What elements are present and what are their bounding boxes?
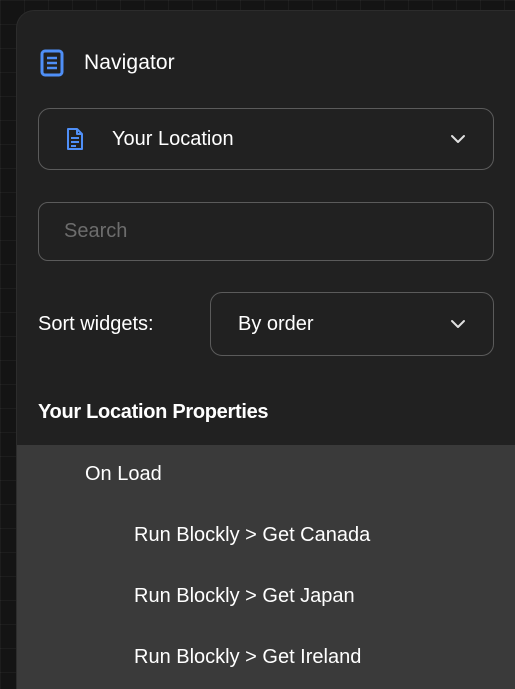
page-select-dropdown[interactable]: Your Location <box>38 108 494 170</box>
chevron-down-icon <box>451 135 465 143</box>
action-item-get-japan[interactable]: Run Blockly > Get Japan <box>134 585 355 608</box>
chevron-down-icon <box>451 320 465 328</box>
navigator-list-icon <box>40 49 64 77</box>
navigator-header: Navigator <box>40 49 175 77</box>
properties-section-title: Your Location Properties <box>38 401 269 423</box>
document-icon <box>66 128 84 150</box>
properties-tree: On Load Run Blockly > Get Canada Run Blo… <box>17 445 515 689</box>
event-on-load[interactable]: On Load <box>85 463 162 486</box>
action-item-get-canada[interactable]: Run Blockly > Get Canada <box>134 524 370 547</box>
sort-widgets-label: Sort widgets: <box>38 313 154 335</box>
action-item-get-ireland[interactable]: Run Blockly > Get Ireland <box>134 646 361 669</box>
sort-select-value: By order <box>238 312 314 335</box>
sort-widgets-dropdown[interactable]: By order <box>210 292 494 356</box>
search-input[interactable] <box>38 202 494 261</box>
navigator-panel: Navigator Your Location Sort widgets: By… <box>16 10 515 689</box>
navigator-title: Navigator <box>84 51 175 74</box>
page-select-value: Your Location <box>112 127 234 150</box>
